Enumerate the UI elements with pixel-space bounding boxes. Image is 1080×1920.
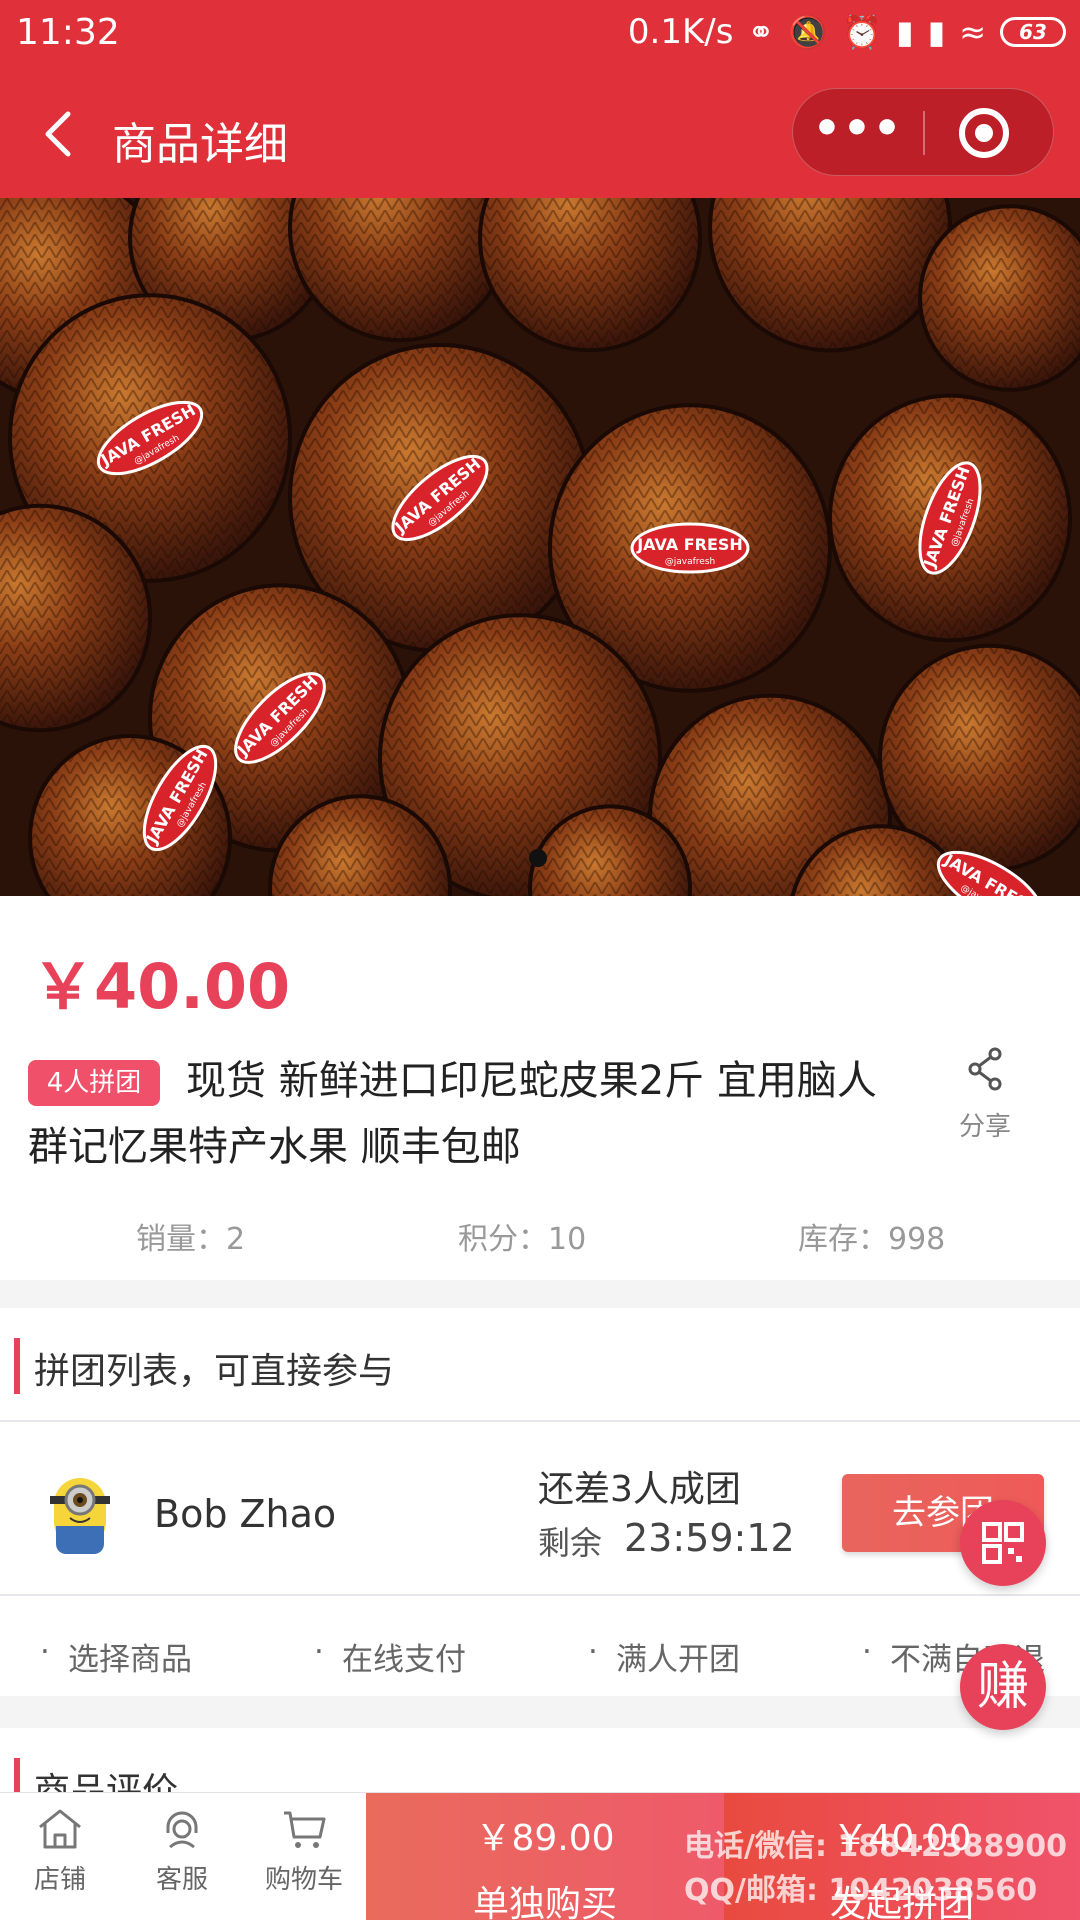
single-price: ￥89.00 xyxy=(475,1818,615,1859)
alarm-icon: ⏰ xyxy=(842,13,882,51)
cart-icon xyxy=(284,1811,326,1848)
home-icon xyxy=(39,1809,81,1849)
nav-bar: 商品详细 ••• xyxy=(0,86,1080,186)
share-button[interactable]: 分享 xyxy=(940,1046,1030,1143)
group-list-section: 拼团列表，可直接参与 Bob Zhao 还差3人成团 剩余 23:59:12 去… xyxy=(0,1308,1080,1696)
group-list-title: 拼团列表，可直接参与 xyxy=(34,1351,395,1392)
step-select: 选择商品 xyxy=(68,1642,192,1678)
divider xyxy=(0,1420,1080,1422)
share-icon xyxy=(968,1047,1002,1091)
avatar xyxy=(50,1478,110,1554)
wifi-icon: ≈ xyxy=(959,13,986,51)
product-info: ￥40.00 现货 新鲜进口印尼蛇皮果2斤 宜用脑人群记忆果特产水果 顺丰包邮 … xyxy=(0,896,1080,1280)
group-tag: 4人拼团 xyxy=(28,1060,160,1106)
status-time: 11:32 xyxy=(16,12,120,53)
network-speed: 0.1K/s xyxy=(627,12,734,52)
qr-code-icon xyxy=(982,1522,1024,1564)
watermark-qq: QQ/邮箱: 1042038560 xyxy=(684,1873,1038,1908)
close-target-icon[interactable] xyxy=(959,108,1009,158)
remaining-label: 剩余 xyxy=(538,1524,603,1562)
svg-text:JAVA FRESH: JAVA FRESH xyxy=(636,535,743,554)
buy-alone-button[interactable]: ￥89.00 单独购买 xyxy=(366,1793,724,1920)
member-name: Bob Zhao xyxy=(154,1492,337,1536)
step-pay: 在线支付 xyxy=(342,1642,466,1678)
watermark-phone: 电话/微信: 18842388900 xyxy=(684,1829,1068,1864)
tab-label: 客服 xyxy=(155,1865,208,1895)
product-price: ￥40.00 xyxy=(32,950,291,1023)
more-icon[interactable]: ••• xyxy=(793,89,923,177)
fruit-sticker: JAVA FRESH @javafresh xyxy=(630,522,750,574)
svg-text:@javafresh: @javafresh xyxy=(665,557,715,567)
share-label: 分享 xyxy=(958,1112,1011,1142)
product-photo: JAVA FRESH @javafreshJAVA FRESH @javafresh… xyxy=(0,198,1080,896)
top-bar: 11:32 0.1K/s ⚭ 🔕 ⏰ ▮ ▮ ≈ 63 商品详细 ••• xyxy=(0,0,1080,198)
section-accent-bar xyxy=(14,1338,20,1394)
earn-button[interactable]: 赚 xyxy=(960,1644,1046,1730)
step-bullet: · xyxy=(588,1634,598,1670)
product-title: 现货 新鲜进口印尼蛇皮果2斤 宜用脑人群记忆果特产水果 顺丰包邮 xyxy=(28,1058,877,1170)
tab-label: 购物车 xyxy=(264,1865,343,1895)
qr-code-button[interactable] xyxy=(960,1500,1046,1586)
step-bullet: · xyxy=(862,1634,872,1670)
back-arrow-icon[interactable] xyxy=(32,104,92,164)
headset-icon xyxy=(166,1811,198,1849)
members-needed: 还差3人成团 xyxy=(538,1469,741,1510)
page-title: 商品详细 xyxy=(112,119,288,170)
mini-program-capsule: ••• xyxy=(792,88,1054,176)
mute-bell-icon: 🔕 xyxy=(788,13,829,51)
step-bullet: · xyxy=(314,1634,324,1670)
status-right: 0.1K/s ⚭ 🔕 ⏰ ▮ ▮ ≈ 63 xyxy=(628,12,1066,52)
group-steps: · 选择商品 · 在线支付 · 满人开团 · 不满自动退 xyxy=(0,1628,1080,1688)
stock-count: 库存：998 xyxy=(798,1222,946,1257)
bottom-bar: 店铺 客服 购物车 ￥89.00 单独购买 ￥40.00 发起拼团 电话/微信:… xyxy=(0,1792,1080,1920)
tab-service[interactable]: 客服 xyxy=(122,1793,242,1920)
signal-2-icon: ▮ xyxy=(927,13,946,51)
step-open: 满人开团 xyxy=(616,1642,740,1678)
tab-cart[interactable]: 购物车 xyxy=(244,1793,364,1920)
points-count: 积分：10 xyxy=(458,1222,587,1257)
sales-count: 销量：2 xyxy=(136,1222,246,1257)
carousel-dot xyxy=(529,849,547,867)
group-list-header: 拼团列表，可直接参与 xyxy=(0,1338,1080,1394)
signal-icon: ▮ xyxy=(895,13,914,51)
capsule-divider xyxy=(923,111,925,155)
product-image[interactable]: JAVA FRESH @javafresh JAVA FRESH @javafresh… xyxy=(0,198,1080,896)
tab-store[interactable]: 店铺 xyxy=(0,1793,120,1920)
product-stats: 销量：2 积分：10 库存：998 xyxy=(0,1214,1080,1258)
sync-icon: ⚭ xyxy=(747,13,775,51)
tab-label: 店铺 xyxy=(33,1865,86,1895)
step-bullet: · xyxy=(40,1634,50,1670)
divider xyxy=(0,1594,1080,1596)
battery-icon: 63 xyxy=(1000,17,1066,47)
single-label: 单独购买 xyxy=(472,1884,617,1920)
countdown-timer: 23:59:12 xyxy=(624,1516,795,1560)
status-bar: 11:32 0.1K/s ⚭ 🔕 ⏰ ▮ ▮ ≈ 63 xyxy=(0,0,1080,70)
